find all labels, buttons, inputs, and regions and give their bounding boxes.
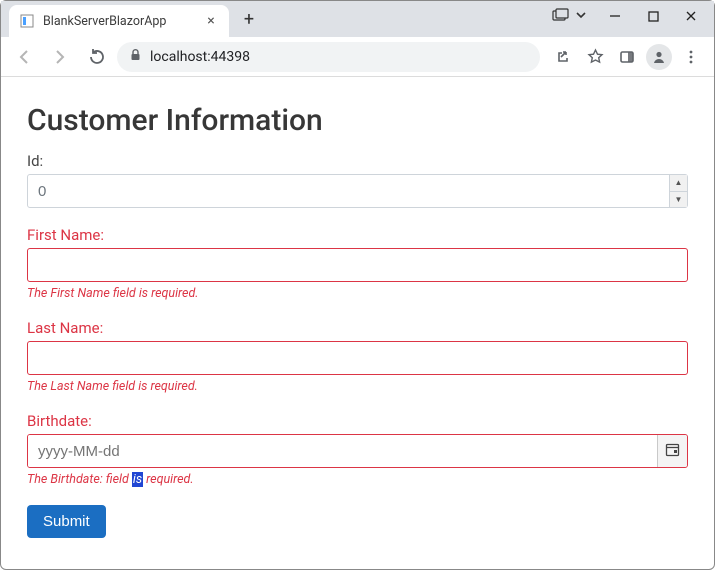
id-spinner: ▲ ▼ bbox=[669, 175, 687, 207]
back-button[interactable] bbox=[9, 42, 39, 72]
id-spin-up[interactable]: ▲ bbox=[670, 175, 687, 191]
birthdate-label: Birthdate: bbox=[27, 412, 688, 430]
lock-icon bbox=[129, 48, 142, 65]
bookmark-button[interactable] bbox=[580, 42, 610, 72]
address-bar[interactable]: localhost:44398 bbox=[117, 42, 540, 72]
last-name-error: The Last Name field is required. bbox=[27, 379, 688, 394]
field-first-name: First Name: The First Name field is requ… bbox=[27, 226, 688, 301]
birthdate-error-selected: is bbox=[132, 472, 143, 487]
chevron-down-icon[interactable] bbox=[574, 7, 588, 26]
browser-tab[interactable]: BlankServerBlazorApp × bbox=[9, 5, 229, 37]
share-button[interactable] bbox=[548, 42, 578, 72]
forward-button[interactable] bbox=[45, 42, 75, 72]
tab-title: BlankServerBlazorApp bbox=[43, 14, 195, 29]
submit-button[interactable]: Submit bbox=[27, 505, 106, 538]
page-title: Customer Information bbox=[27, 103, 688, 138]
page-content: Customer Information Id: ▲ ▼ First Name:… bbox=[1, 77, 714, 556]
browser-toolbar: localhost:44398 bbox=[1, 37, 714, 77]
last-name-label: Last Name: bbox=[27, 319, 688, 337]
birthdate-error: The Birthdate: field is required. bbox=[27, 472, 688, 487]
first-name-input[interactable] bbox=[27, 248, 688, 282]
id-input-wrap: ▲ ▼ bbox=[27, 174, 688, 208]
field-last-name: Last Name: The Last Name field is requir… bbox=[27, 319, 688, 394]
new-tab-button[interactable]: + bbox=[235, 5, 263, 33]
browser-titlebar: BlankServerBlazorApp × + bbox=[1, 1, 714, 37]
id-label: Id: bbox=[27, 152, 688, 170]
address-bar-url: localhost:44398 bbox=[150, 49, 250, 65]
profile-button[interactable] bbox=[644, 42, 674, 72]
window-close-button[interactable] bbox=[674, 3, 708, 29]
field-birthdate: Birthdate: The Birthdate: field is requi… bbox=[27, 412, 688, 487]
birthdate-input-wrap bbox=[27, 434, 688, 468]
birthdate-input[interactable] bbox=[28, 435, 657, 467]
tab-search-icon[interactable] bbox=[552, 7, 570, 26]
tab-favicon bbox=[19, 13, 35, 29]
menu-button[interactable] bbox=[676, 42, 706, 72]
id-input[interactable] bbox=[28, 175, 669, 207]
calendar-icon bbox=[665, 442, 680, 461]
sidepanel-button[interactable] bbox=[612, 42, 642, 72]
tab-close-button[interactable]: × bbox=[203, 13, 219, 29]
id-spin-down[interactable]: ▼ bbox=[670, 191, 687, 208]
birthdate-error-post: required. bbox=[143, 472, 193, 487]
birthdate-calendar-button[interactable] bbox=[657, 435, 687, 467]
window-maximize-button[interactable] bbox=[636, 3, 670, 29]
window-minimize-button[interactable] bbox=[598, 3, 632, 29]
window-controls bbox=[552, 3, 708, 29]
last-name-input[interactable] bbox=[27, 341, 688, 375]
browser-chrome: BlankServerBlazorApp × + bbox=[1, 1, 714, 77]
first-name-error: The First Name field is required. bbox=[27, 286, 688, 301]
reload-button[interactable] bbox=[81, 42, 111, 72]
first-name-label: First Name: bbox=[27, 226, 688, 244]
field-id: Id: ▲ ▼ bbox=[27, 152, 688, 208]
avatar-icon bbox=[646, 44, 672, 70]
birthdate-error-pre: The Birthdate: field bbox=[27, 472, 132, 487]
